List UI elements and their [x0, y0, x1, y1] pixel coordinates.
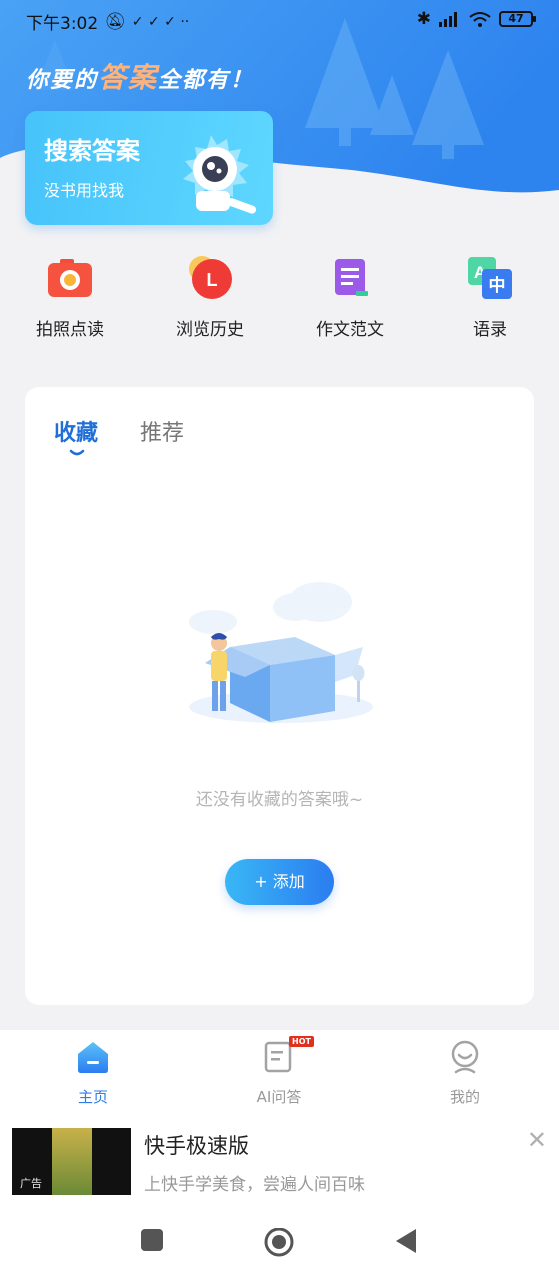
- status-time: 下午3:02: [26, 14, 99, 34]
- tool-history[interactable]: L 浏览历史: [150, 253, 270, 340]
- tool-essay[interactable]: 作文范文: [290, 253, 410, 340]
- quotes-translate-icon: A 中: [466, 253, 514, 301]
- favorites-card: 收藏 推荐 还没有收藏的答案哦~ + 添加: [25, 387, 534, 1005]
- nav-label: AI问答: [256, 1088, 302, 1106]
- home-button-icon[interactable]: [263, 1228, 295, 1260]
- tool-label: 语录: [473, 320, 507, 340]
- profile-icon: [448, 1040, 482, 1074]
- search-card-subtitle: 没书用找我: [44, 181, 125, 200]
- ad-banner[interactable]: 广告 快手极速版 上快手学美食，尝遍人间百味 ✕: [0, 1118, 559, 1206]
- nav-mine[interactable]: 我的: [405, 1040, 525, 1107]
- search-answer-card[interactable]: 搜索答案 没书用找我: [25, 111, 273, 225]
- battery-icon: 47: [499, 11, 536, 27]
- nav-label: 主页: [77, 1088, 108, 1106]
- ad-thumbnail[interactable]: 广告: [12, 1128, 131, 1195]
- hero-header: 下午3:02 🔕︎ ✓ ✓ ✓ ·· ✱ 47 你要的答案全都有！ 搜索答案 没…: [0, 0, 559, 245]
- slogan: 你要的答案全都有！: [26, 56, 254, 96]
- tool-label: 浏览历史: [176, 320, 244, 340]
- ad-description: 上快手学美食，尝遍人间百味: [144, 1175, 365, 1195]
- essay-book-icon: [326, 253, 374, 301]
- bottom-nav: 主页 HOT AI问答 我的: [0, 1030, 559, 1118]
- tool-label: 作文范文: [316, 320, 384, 340]
- svg-text:L: L: [207, 270, 218, 290]
- ad-title[interactable]: 快手极速版: [144, 1130, 249, 1160]
- tab-recommend[interactable]: 推荐: [140, 415, 184, 447]
- empty-state-text: 还没有收藏的答案哦~: [195, 790, 364, 810]
- svg-text:中: 中: [489, 275, 506, 296]
- tool-label: 拍照点读: [36, 320, 104, 340]
- add-button[interactable]: + 添加: [225, 859, 334, 905]
- signal-icon: [439, 12, 457, 27]
- tab-indicator: [69, 449, 85, 456]
- tool-photo-read[interactable]: 拍照点读: [10, 253, 130, 340]
- status-notification-icons: ✓ ✓ ✓ ··: [131, 13, 190, 30]
- close-icon[interactable]: ✕: [527, 1126, 547, 1154]
- camera-icon: [46, 253, 94, 301]
- magnifier-mascot-icon: [183, 135, 257, 214]
- wifi-icon: [469, 12, 491, 27]
- slogan-highlight: 答案: [98, 61, 159, 94]
- recent-apps-icon[interactable]: [140, 1228, 164, 1252]
- slogan-post: 全都有！: [158, 67, 255, 93]
- ai-qa-icon: HOT: [262, 1036, 314, 1074]
- status-bar: 下午3:02 🔕︎ ✓ ✓ ✓ ·· ✱ 47: [0, 0, 559, 40]
- system-nav-bar: [0, 1206, 559, 1280]
- mute-icon: 🔕︎: [104, 11, 126, 32]
- quick-tools: 拍照点读 L 浏览历史 作文范文 A 中 语录: [0, 253, 559, 343]
- nav-label: 我的: [449, 1088, 480, 1106]
- tab-favorites[interactable]: 收藏: [54, 415, 98, 447]
- slogan-pre: 你要的: [26, 67, 99, 93]
- empty-box-illustration: [189, 582, 373, 723]
- nav-ai-qa[interactable]: HOT AI问答: [219, 1036, 339, 1107]
- search-card-title: 搜索答案: [44, 137, 140, 165]
- back-icon[interactable]: [394, 1228, 418, 1254]
- home-icon: [76, 1040, 110, 1074]
- hot-badge: HOT: [289, 1036, 314, 1047]
- ad-tag: 广告: [20, 1177, 42, 1190]
- tool-quotes[interactable]: A 中 语录: [430, 253, 550, 340]
- nav-home[interactable]: 主页: [33, 1040, 153, 1107]
- bluetooth-icon: ✱: [416, 9, 431, 29]
- history-icon: L: [186, 253, 234, 301]
